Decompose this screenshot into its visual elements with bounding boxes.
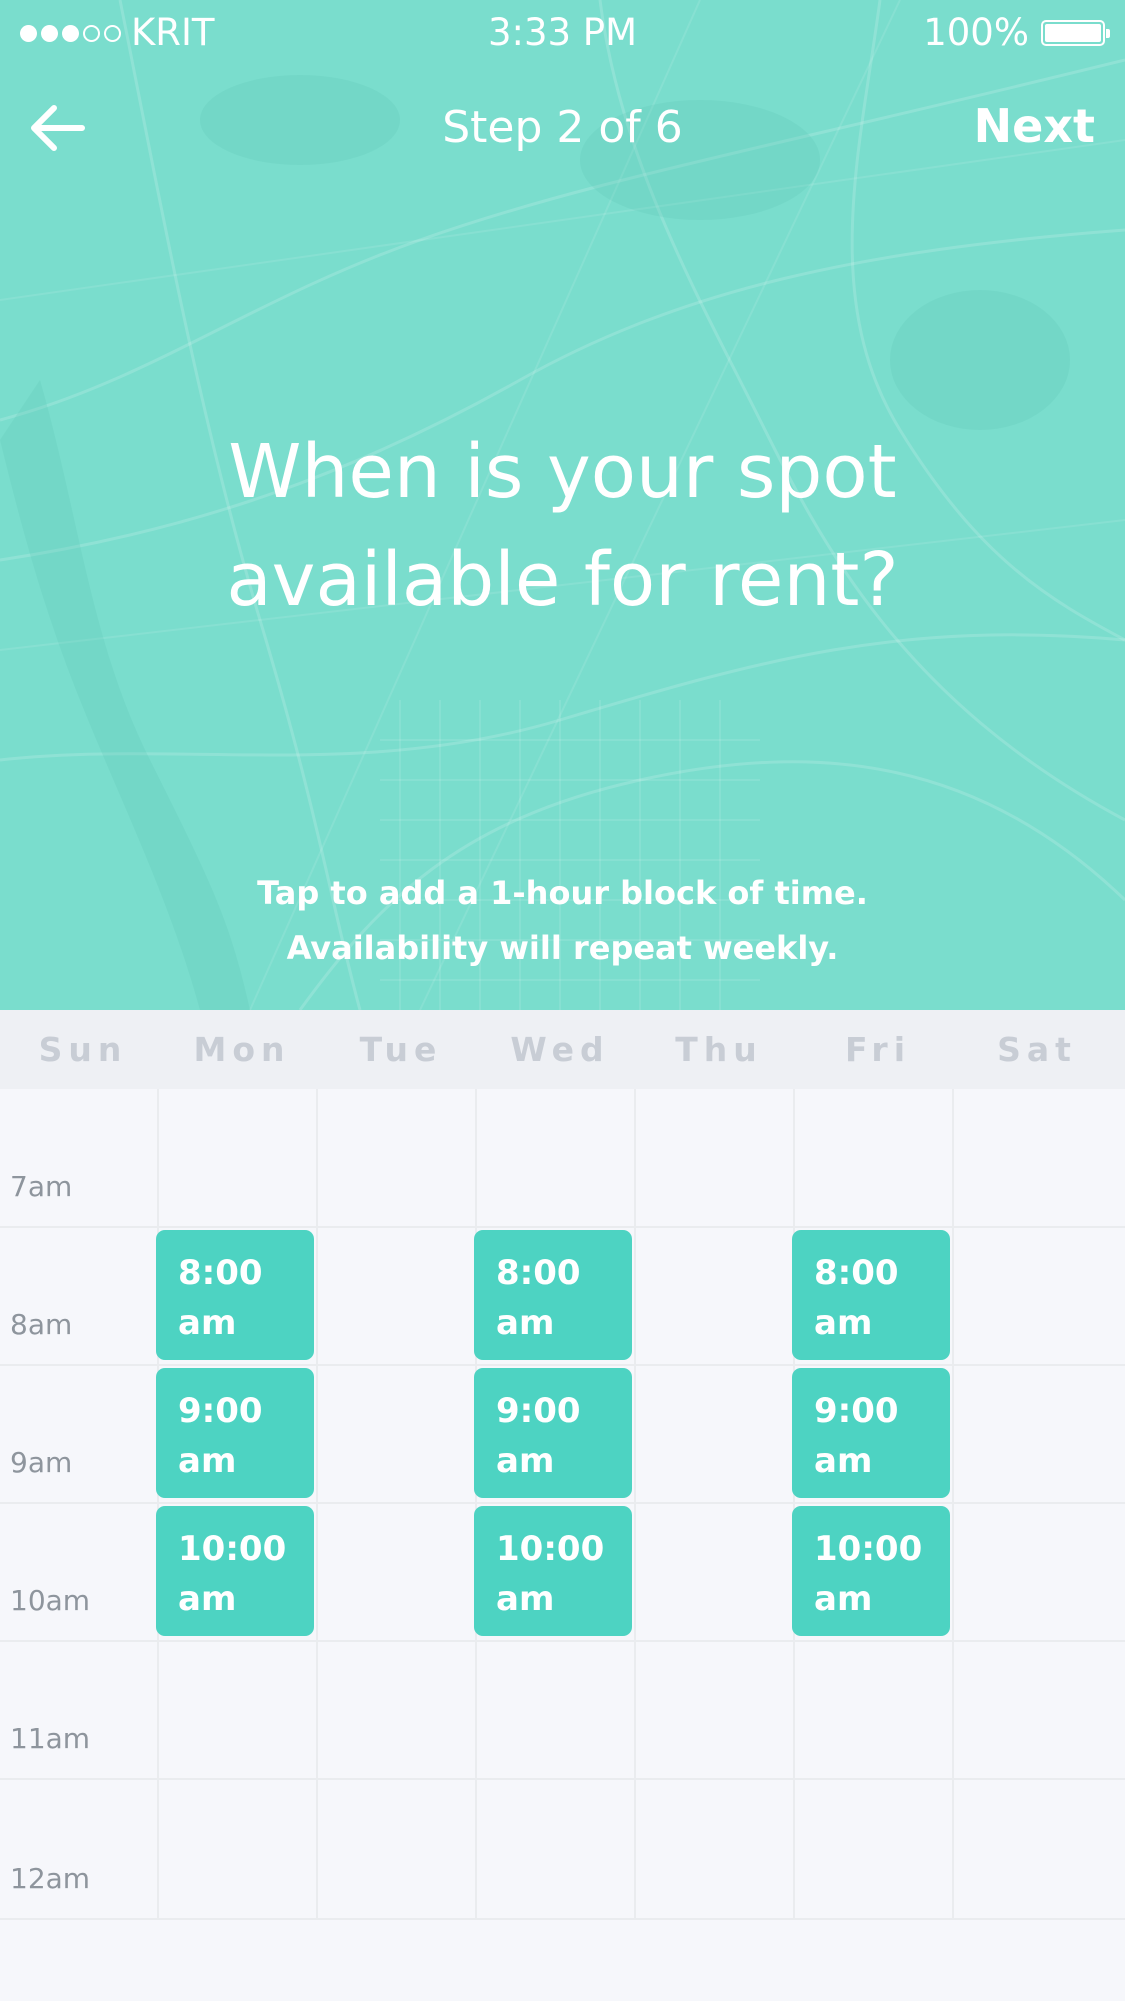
status-right: 100%	[923, 11, 1110, 54]
grid-line-vertical	[952, 1089, 954, 1919]
availability-block-meridiem: am	[814, 1441, 873, 1481]
time-cell-tue-8am[interactable]	[318, 1227, 477, 1365]
instructions: Tap to add a 1-hour block of time. Avail…	[0, 866, 1125, 976]
availability-block-meridiem: am	[814, 1579, 873, 1619]
battery-icon	[1041, 20, 1110, 46]
day-label-fri: Fri	[844, 1030, 912, 1069]
time-cell-fri-12am[interactable]	[795, 1779, 954, 1919]
time-cell-sat-11am[interactable]	[954, 1641, 1113, 1779]
availability-block-fri-9am[interactable]: 9:00 am	[792, 1368, 950, 1498]
page-title: When is your spot available for rent?	[0, 418, 1125, 634]
time-cell-thu-9am[interactable]	[636, 1365, 795, 1503]
time-cell-tue-11am[interactable]	[318, 1641, 477, 1779]
instructions-line-1: Tap to add a 1-hour block of time.	[257, 874, 868, 912]
time-cell-sat-10am[interactable]	[954, 1503, 1113, 1641]
grid-line-vertical	[475, 1089, 477, 1919]
availability-block-meridiem: am	[178, 1579, 237, 1619]
availability-block-meridiem: am	[496, 1303, 555, 1343]
time-cell-thu-11am[interactable]	[636, 1641, 795, 1779]
battery-fill	[1045, 24, 1101, 42]
availability-block-meridiem: am	[496, 1441, 555, 1481]
grid-line-horizontal	[0, 1226, 1125, 1228]
day-label-tue: Tue	[359, 1030, 443, 1069]
instructions-line-2: Availability will repeat weekly.	[286, 929, 839, 967]
availability-block-time: 9:00	[178, 1391, 263, 1431]
availability-block-meridiem: am	[496, 1579, 555, 1619]
availability-block-time: 8:00	[178, 1253, 263, 1293]
time-label-12am: 12am	[10, 1862, 91, 1895]
time-cell-mon-11am[interactable]	[159, 1641, 318, 1779]
availability-block-time: 9:00	[496, 1391, 581, 1431]
grid-line-horizontal	[0, 1364, 1125, 1366]
availability-block-meridiem: am	[178, 1303, 237, 1343]
availability-block-mon-8am[interactable]: 8:00 am	[156, 1230, 314, 1360]
time-label-10am: 10am	[10, 1584, 91, 1617]
time-cell-wed-12am[interactable]	[477, 1779, 636, 1919]
time-cell-thu-8am[interactable]	[636, 1227, 795, 1365]
day-label-sun: Sun	[38, 1030, 128, 1069]
time-cell-mon-12am[interactable]	[159, 1779, 318, 1919]
time-cell-mon-7am[interactable]	[159, 1089, 318, 1227]
time-cell-thu-10am[interactable]	[636, 1503, 795, 1641]
step-indicator: Step 2 of 6	[442, 102, 683, 153]
time-cell-tue-12am[interactable]	[318, 1779, 477, 1919]
grid-line-vertical	[316, 1089, 318, 1919]
time-cell-fri-7am[interactable]	[795, 1089, 954, 1227]
availability-block-time: 10:00	[496, 1529, 605, 1569]
time-cell-sat-12am[interactable]	[954, 1779, 1113, 1919]
grid-line-vertical	[793, 1089, 795, 1919]
availability-block-fri-10am[interactable]: 10:00 am	[792, 1506, 950, 1636]
grid-line-horizontal	[0, 1502, 1125, 1504]
availability-block-time: 10:00	[178, 1529, 287, 1569]
availability-block-meridiem: am	[178, 1441, 237, 1481]
time-label-7am: 7am	[10, 1170, 73, 1203]
time-cell-thu-12am[interactable]	[636, 1779, 795, 1919]
time-label-9am: 9am	[10, 1446, 73, 1479]
grid-line-horizontal	[0, 1778, 1125, 1780]
battery-percentage: 100%	[923, 11, 1029, 54]
availability-block-time: 8:00	[496, 1253, 581, 1293]
day-label-sat: Sat	[997, 1030, 1077, 1069]
time-label-11am: 11am	[10, 1722, 91, 1755]
hero-header: KRIT 3:33 PM 100% Step 2 of 6 Next When …	[0, 0, 1125, 1010]
day-label-wed: Wed	[510, 1030, 610, 1069]
grid-line-vertical	[157, 1089, 159, 1919]
day-label-thu: Thu	[675, 1030, 763, 1069]
availability-block-wed-10am[interactable]: 10:00 am	[474, 1506, 632, 1636]
availability-block-wed-9am[interactable]: 9:00 am	[474, 1368, 632, 1498]
grid-line-horizontal	[0, 1640, 1125, 1642]
availability-block-mon-9am[interactable]: 9:00 am	[156, 1368, 314, 1498]
availability-block-wed-8am[interactable]: 8:00 am	[474, 1230, 632, 1360]
time-cell-wed-11am[interactable]	[477, 1641, 636, 1779]
day-header-row: Sun Mon Tue Wed Thu Fri Sat	[0, 1010, 1125, 1089]
time-cell-sat-9am[interactable]	[954, 1365, 1113, 1503]
time-cell-tue-10am[interactable]	[318, 1503, 477, 1641]
time-cell-sat-8am[interactable]	[954, 1227, 1113, 1365]
next-button[interactable]: Next	[974, 96, 1095, 156]
time-cell-fri-11am[interactable]	[795, 1641, 954, 1779]
status-bar: KRIT 3:33 PM 100%	[0, 0, 1125, 66]
availability-block-mon-10am[interactable]: 10:00 am	[156, 1506, 314, 1636]
time-cell-sat-7am[interactable]	[954, 1089, 1113, 1227]
availability-block-meridiem: am	[814, 1303, 873, 1343]
grid-line-vertical	[634, 1089, 636, 1919]
availability-block-time: 10:00	[814, 1529, 923, 1569]
battery-nub	[1106, 29, 1110, 38]
availability-block-time: 9:00	[814, 1391, 899, 1431]
time-cell-tue-9am[interactable]	[318, 1365, 477, 1503]
day-label-mon: Mon	[193, 1030, 291, 1069]
time-cell-wed-7am[interactable]	[477, 1089, 636, 1227]
time-label-8am: 8am	[10, 1308, 73, 1341]
grid-line-horizontal	[0, 1918, 1125, 1920]
availability-block-time: 8:00	[814, 1253, 899, 1293]
page-title-line-1: When is your spot	[228, 429, 897, 515]
page-title-line-2: available for rent?	[226, 537, 899, 623]
time-cell-thu-7am[interactable]	[636, 1089, 795, 1227]
time-cell-tue-7am[interactable]	[318, 1089, 477, 1227]
availability-grid: 7am 8am 9am 10am 11am 12am 8:00 am 9:00 am 10:00 am…	[0, 1089, 1125, 1925]
availability-block-fri-8am[interactable]: 8:00 am	[792, 1230, 950, 1360]
